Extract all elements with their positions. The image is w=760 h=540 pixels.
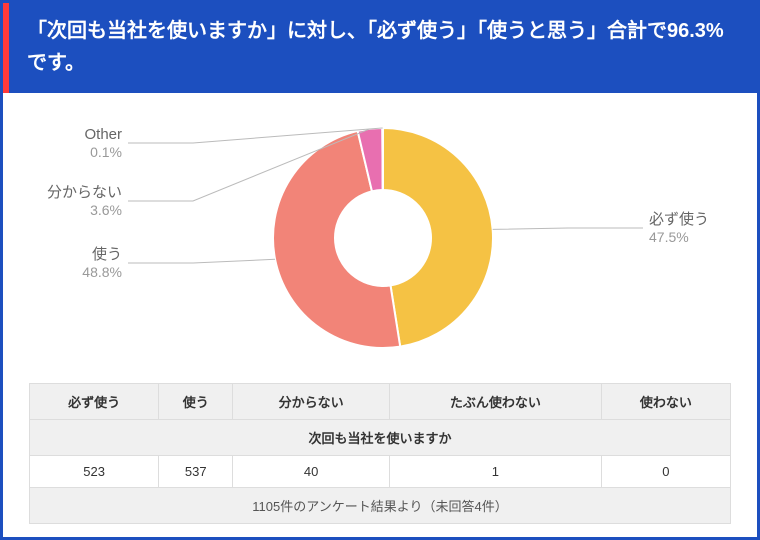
cell-4: 0: [601, 456, 730, 488]
donut-chart: 必ず使う47.5% 使う48.8% 分からない3.6% Other0.1%: [3, 93, 757, 383]
slice-0: [383, 128, 493, 347]
col-1: 使う: [159, 384, 233, 420]
card-header: 「次回も当社を使いますか」に対し、「必ず使う」「使うと思う」合計で96.3%です…: [3, 3, 757, 93]
slice-label-name-3: Other: [84, 126, 122, 143]
col-3: たぶん使わない: [390, 384, 602, 420]
cell-1: 537: [159, 456, 233, 488]
slice-label-value-1: 48.8%: [82, 264, 122, 280]
table-footer: 1105件のアンケート結果より（未回答4件）: [30, 488, 731, 524]
table-header-row: 必ず使う 使う 分からない たぶん使わない 使わない: [30, 384, 731, 420]
slice-label-name-2: 分からない: [47, 184, 122, 201]
slice-label-name-1: 使う: [92, 246, 122, 263]
cell-2: 40: [233, 456, 390, 488]
chart-card: 「次回も当社を使いますか」に対し、「必ず使う」「使うと思う」合計で96.3%です…: [0, 0, 760, 540]
leader-line-0: [493, 228, 643, 229]
table-row: 523 537 40 1 0: [30, 456, 731, 488]
summary-table-wrap: 次回も当社を使いますか 必ず使う 使う 分からない たぶん使わない 使わない 5…: [3, 383, 757, 534]
col-2: 分からない: [233, 384, 390, 420]
leader-line-1: [128, 259, 275, 263]
slice-3: [382, 128, 383, 190]
slice-label-value-3: 0.1%: [90, 144, 122, 160]
table-footer-row: 1105件のアンケート結果より（未回答4件）: [30, 488, 731, 524]
cell-3: 1: [390, 456, 602, 488]
slice-label-value-0: 47.5%: [649, 229, 689, 245]
table-caption: 次回も当社を使いますか: [30, 420, 731, 456]
slice-label-value-2: 3.6%: [90, 202, 122, 218]
summary-table: 次回も当社を使いますか 必ず使う 使う 分からない たぶん使わない 使わない 5…: [29, 383, 731, 524]
table-caption-row: 次回も当社を使いますか: [30, 420, 731, 456]
slice-label-name-0: 必ず使う: [649, 211, 709, 228]
col-4: 使わない: [601, 384, 730, 420]
cell-0: 523: [30, 456, 159, 488]
col-0: 必ず使う: [30, 384, 159, 420]
